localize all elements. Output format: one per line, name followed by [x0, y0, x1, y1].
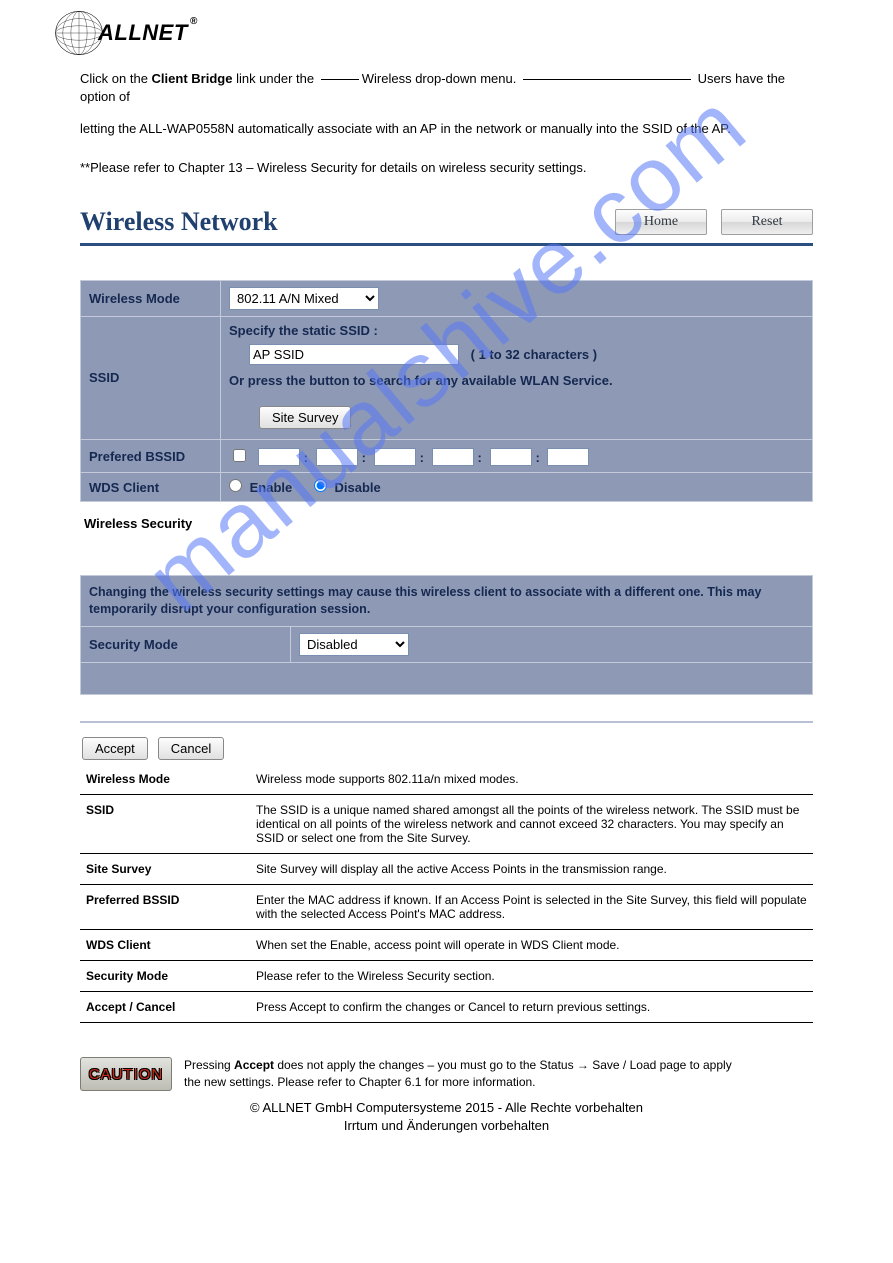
page-title: Wireless Network — [80, 207, 278, 237]
table-row: Wireless ModeWireless mode supports 802.… — [80, 764, 813, 795]
desc-value: Press Accept to confirm the changes or C… — [250, 992, 813, 1023]
page-footer: © ALLNET GmbH Computersysteme 2015 - All… — [0, 1099, 893, 1134]
security-warning-text: Changing the wireless security settings … — [81, 576, 813, 627]
ssid-label: SSID — [81, 316, 221, 439]
desc-key: SSID — [80, 795, 250, 854]
security-mode-label: Security Mode — [81, 627, 291, 663]
security-mode-select[interactable]: Disabled — [299, 633, 409, 656]
desc-key: Preferred BSSID — [80, 885, 250, 930]
desc-key: WDS Client — [80, 930, 250, 961]
wireless-mode-select[interactable]: 802.11 A/N Mixed — [229, 287, 379, 310]
wds-disable-label: Disable — [335, 480, 381, 495]
divider — [80, 721, 813, 723]
desc-value: Wireless mode supports 802.11a/n mixed m… — [250, 764, 813, 795]
wireless-mode-label: Wireless Mode — [81, 280, 221, 316]
wireless-security-heading: Wireless Security — [80, 510, 813, 541]
intro-line-1: Click on the Client Bridge link under th… — [80, 70, 813, 106]
wds-enable-radio[interactable] — [229, 479, 242, 492]
desc-key: Accept / Cancel — [80, 992, 250, 1023]
desc-key: Site Survey — [80, 854, 250, 885]
bssid-field-1[interactable] — [258, 448, 300, 466]
desc-value: Please refer to the Wireless Security se… — [250, 961, 813, 992]
ssid-search-label: Or press the button to search for any av… — [229, 373, 804, 388]
bssid-field-4[interactable] — [432, 448, 474, 466]
bssid-field-3[interactable] — [374, 448, 416, 466]
home-button[interactable]: Home — [615, 209, 707, 235]
bssid-field-6[interactable] — [547, 448, 589, 466]
site-survey-button[interactable]: Site Survey — [259, 406, 351, 429]
accept-button[interactable]: Accept — [82, 737, 148, 760]
caution-icon: CAUTION — [80, 1057, 172, 1091]
desc-value: The SSID is a unique named shared amongs… — [250, 795, 813, 854]
desc-key: Wireless Mode — [80, 764, 250, 795]
ssid-input[interactable] — [249, 344, 459, 365]
ssid-char-note: ( 1 to 32 characters ) — [471, 347, 597, 362]
preferred-bssid-label: Prefered BSSID — [81, 439, 221, 473]
cancel-button[interactable]: Cancel — [158, 737, 224, 760]
desc-value: When set the Enable, access point will o… — [250, 930, 813, 961]
bssid-field-2[interactable] — [316, 448, 358, 466]
reset-button[interactable]: Reset — [721, 209, 813, 235]
table-row: Site SurveySite Survey will display all … — [80, 854, 813, 885]
brand-logo: ALLNET® — [52, 6, 188, 60]
desc-value: Site Survey will display all the active … — [250, 854, 813, 885]
intro-line-2: letting the ALL-WAP0558N automatically a… — [80, 120, 813, 138]
wds-enable-label: Enable — [250, 480, 293, 495]
caution-text: Pressing Accept does not apply the chang… — [184, 1057, 744, 1091]
intro-note: **Please refer to Chapter 13 – Wireless … — [80, 159, 813, 177]
wds-disable-radio[interactable] — [314, 479, 327, 492]
table-row: Preferred BSSIDEnter the MAC address if … — [80, 885, 813, 930]
wds-client-label: WDS Client — [81, 473, 221, 502]
brand-name: ALLNET® — [98, 20, 188, 46]
bssid-field-5[interactable] — [490, 448, 532, 466]
table-row: Accept / CancelPress Accept to confirm t… — [80, 992, 813, 1023]
desc-key: Security Mode — [80, 961, 250, 992]
desc-value: Enter the MAC address if known. If an Ac… — [250, 885, 813, 930]
preferred-bssid-checkbox[interactable] — [233, 449, 246, 462]
ssid-static-label: Specify the static SSID : — [229, 323, 804, 338]
table-row: SSIDThe SSID is a unique named shared am… — [80, 795, 813, 854]
table-row: Security ModePlease refer to the Wireles… — [80, 961, 813, 992]
table-row: WDS ClientWhen set the Enable, access po… — [80, 930, 813, 961]
